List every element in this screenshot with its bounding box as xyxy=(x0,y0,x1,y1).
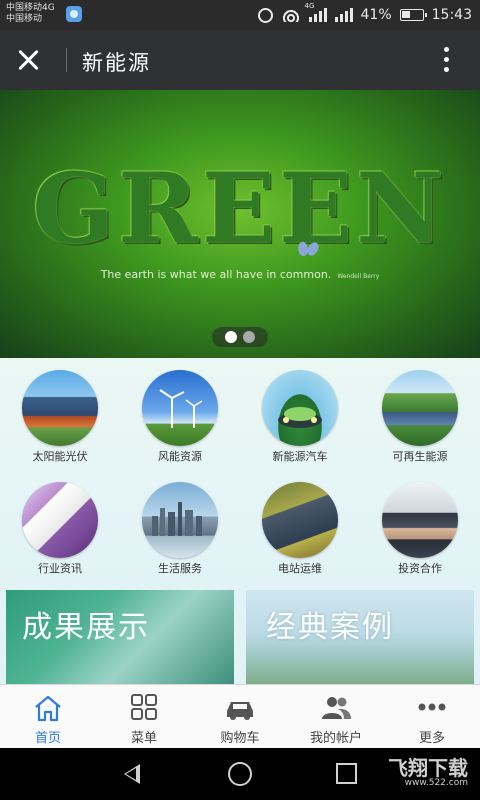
home-circle-icon[interactable] xyxy=(228,762,252,786)
tab-more[interactable]: 更多 xyxy=(384,685,480,749)
carousel-dot-2[interactable] xyxy=(243,331,255,343)
solar-panel-icon xyxy=(22,370,98,446)
recent-apps-icon[interactable] xyxy=(336,763,357,784)
watermark-logo: 飞翔下载 www.522.com xyxy=(388,758,468,788)
achievements-card[interactable]: 成果展示 xyxy=(6,590,234,684)
alarm-icon xyxy=(257,7,273,23)
renewable-field-icon xyxy=(382,370,458,446)
tab-label: 菜单 xyxy=(130,731,157,746)
showcase-section: 成果展示 经典案例 xyxy=(0,586,480,684)
banner-quote: The earth is what we all have in common.… xyxy=(0,268,480,281)
bottom-tab-bar: 首页 菜单 购物车 我的帐户 更多 xyxy=(0,684,480,748)
handshake-icon xyxy=(382,482,458,558)
category-life[interactable]: 生活服务 xyxy=(120,474,240,584)
tab-menu[interactable]: 菜单 xyxy=(96,685,192,749)
cases-title: 经典案例 xyxy=(266,610,394,645)
menu-grid-icon xyxy=(131,694,157,720)
tab-label: 更多 xyxy=(418,731,445,746)
battery-percent: 41% xyxy=(360,7,392,23)
more-dots-icon xyxy=(418,703,446,711)
category-label: 可再生能源 xyxy=(392,450,448,463)
carrier-line-1: 中国移动4G xyxy=(6,3,55,13)
tab-home[interactable]: 首页 xyxy=(0,685,96,749)
category-label: 行业资讯 xyxy=(38,562,82,575)
butterfly-icon xyxy=(298,242,318,260)
category-label: 投资合作 xyxy=(398,562,442,575)
clock: 15:43 xyxy=(431,7,472,23)
carrier-line-2: 中国移动 xyxy=(6,14,43,24)
turbine-drawing xyxy=(159,389,203,428)
system-nav-bar: 飞翔下载 www.522.com xyxy=(0,748,480,800)
category-investment[interactable]: 投资合作 xyxy=(360,474,480,584)
battery-icon xyxy=(399,9,427,21)
wifi-icon xyxy=(280,8,301,22)
city-skyline-icon xyxy=(142,482,218,558)
skyline-drawing xyxy=(152,502,202,536)
category-wind[interactable]: 风能资源 xyxy=(120,362,240,472)
quote-text: The earth is what we all have in common. xyxy=(100,268,332,281)
status-bar: 中国移动4G 中国移动 4G 41% 15:43 xyxy=(0,0,480,30)
cases-card[interactable]: 经典案例 xyxy=(246,590,474,684)
tab-label: 购物车 xyxy=(220,731,260,746)
tab-account[interactable]: 我的帐户 xyxy=(288,685,384,749)
category-renewable[interactable]: 可再生能源 xyxy=(360,362,480,472)
status-icons: 4G 41% 15:43 xyxy=(257,2,472,25)
category-label: 风能资源 xyxy=(158,450,202,463)
banner-carousel[interactable]: GREEN The earth is what we all have in c… xyxy=(0,90,480,358)
title-bar: 新能源 xyxy=(0,30,480,90)
car-icon xyxy=(227,702,253,720)
car-drawing xyxy=(278,407,322,428)
signal-icon-2 xyxy=(334,8,353,22)
close-icon[interactable] xyxy=(14,46,42,74)
tab-label: 我的帐户 xyxy=(309,731,362,746)
category-label: 生活服务 xyxy=(158,562,202,575)
tab-cart[interactable]: 购物车 xyxy=(192,685,288,749)
carrier-info: 中国移动4G 中国移动 xyxy=(6,3,55,25)
back-triangle-icon[interactable] xyxy=(124,764,140,784)
power-station-icon xyxy=(262,482,338,558)
achievements-title: 成果展示 xyxy=(22,610,150,645)
quote-author: Wendell Berry xyxy=(337,273,380,280)
wind-turbine-icon xyxy=(142,370,218,446)
category-label: 电站运维 xyxy=(278,562,322,575)
signal-icon: 4G xyxy=(305,2,327,22)
category-label: 太阳能光伏 xyxy=(32,450,88,463)
notification-app-icon xyxy=(66,6,82,22)
home-icon xyxy=(35,695,61,722)
category-ev[interactable]: 新能源汽车 xyxy=(240,362,360,472)
category-maintenance[interactable]: 电站运维 xyxy=(240,474,360,584)
electric-car-icon xyxy=(262,370,338,446)
page-title: 新能源 xyxy=(82,51,151,75)
watermark-main: 飞翔下载 xyxy=(388,756,468,780)
category-news[interactable]: 行业资讯 xyxy=(0,474,120,584)
carousel-dot-1[interactable] xyxy=(225,331,237,343)
carousel-indicator xyxy=(212,327,268,347)
more-vert-icon[interactable] xyxy=(444,47,450,73)
category-solar[interactable]: 太阳能光伏 xyxy=(0,362,120,472)
newspaper-icon xyxy=(22,482,98,558)
category-label: 新能源汽车 xyxy=(272,450,328,463)
banner-headline: GREEN xyxy=(32,152,448,265)
tab-label: 首页 xyxy=(34,731,61,746)
network-type: 4G xyxy=(304,2,315,10)
divider xyxy=(66,48,67,72)
users-icon xyxy=(322,697,351,719)
category-grid: 太阳能光伏 风能资源 新能源汽车 可再生能源 行业资讯 生活服务 电站运维 投资… xyxy=(0,358,480,586)
